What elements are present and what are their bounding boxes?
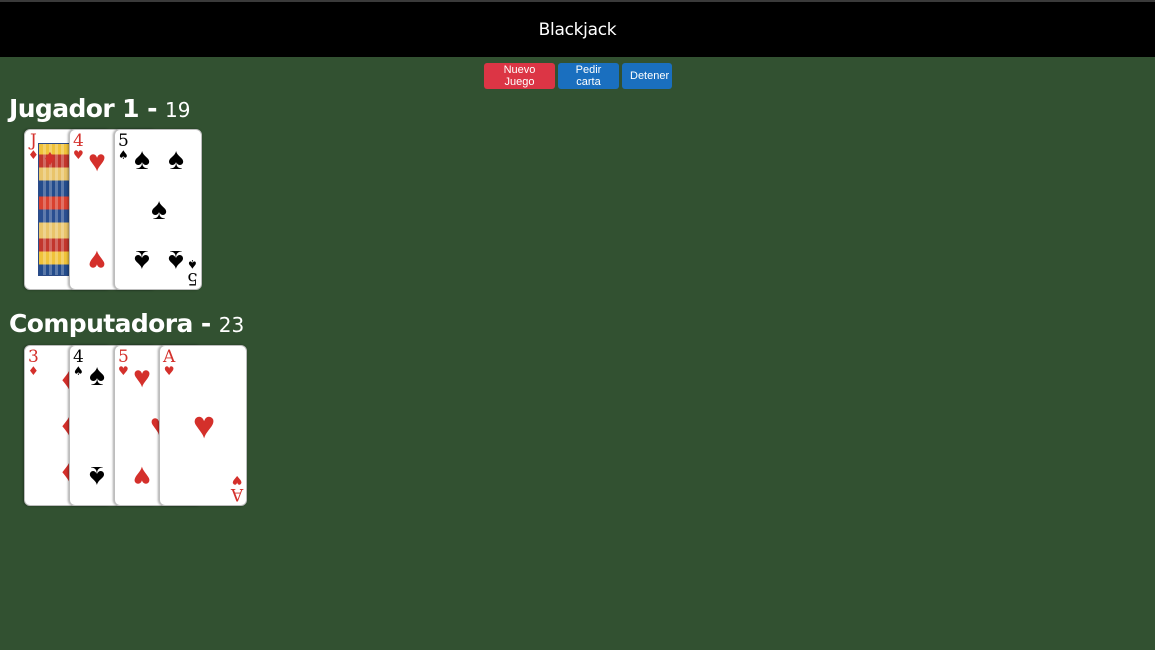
player-score: 23 <box>218 313 245 337</box>
diamond-icon: ♦ <box>44 145 56 170</box>
app-title: Blackjack <box>538 19 617 40</box>
diamond-icon: ♦ <box>28 364 39 378</box>
spade-icon: ♠ <box>118 148 129 162</box>
spade-icon: ♠ <box>168 244 184 277</box>
card-corner: 4 ♠ <box>73 349 84 378</box>
card-rank: 5 <box>187 268 198 288</box>
spade-icon: ♠ <box>134 244 150 277</box>
heart-icon: ♥ <box>163 364 175 378</box>
card-corner: 5 ♥ <box>118 349 129 378</box>
card-corner: 5 ♠ <box>187 257 198 288</box>
heart-icon: ♥ <box>133 460 151 493</box>
heart-icon: ♥ <box>192 405 216 447</box>
top-navbar: Blackjack <box>0 0 1155 57</box>
player-name: Jugador 1 <box>9 94 140 123</box>
heart-icon: ♥ <box>133 361 151 394</box>
card-rank: A <box>230 484 243 504</box>
spade-icon: ♠ <box>187 257 198 271</box>
heart-icon: ♥ <box>88 244 106 277</box>
heading-separator: - <box>147 94 157 123</box>
stand-button[interactable]: Detener <box>622 63 672 89</box>
heart-icon: ♥ <box>73 148 84 162</box>
spade-icon: ♠ <box>134 143 150 176</box>
heart-icon: ♥ <box>88 145 106 178</box>
new-game-button[interactable]: Nuevo Juego <box>484 63 555 89</box>
playing-card-5-of-spades: 5 ♠ ♠ ♠ ♠ ♠ ♠ 5 ♠ <box>114 129 202 290</box>
card-corner: A ♥ <box>230 473 243 504</box>
game-controls: Nuevo Juego Pedir carta Detener <box>484 63 672 89</box>
card-corner: 5 ♠ <box>118 133 129 162</box>
heading-separator: - <box>200 309 211 338</box>
player-name: Computadora <box>9 309 193 338</box>
spade-icon: ♠ <box>168 143 184 176</box>
spade-icon: ♠ <box>89 359 105 392</box>
hit-button[interactable]: Pedir carta <box>558 63 619 89</box>
player-score: 19 <box>164 98 191 122</box>
computer-heading: Computadora - 23 <box>9 309 244 338</box>
heart-icon: ♥ <box>231 473 243 487</box>
spade-icon: ♠ <box>151 193 167 226</box>
playing-card-ace-of-hearts: A ♥ ♥ A ♥ <box>159 345 247 506</box>
spade-icon: ♠ <box>89 460 105 493</box>
card-corner: 4 ♥ <box>73 133 84 162</box>
card-corner: A ♥ <box>163 349 175 378</box>
heart-icon: ♥ <box>118 364 129 378</box>
spade-icon: ♠ <box>73 364 84 378</box>
card-corner: 3 ♦ <box>28 349 39 378</box>
player-heading: Jugador 1 - 19 <box>9 94 190 123</box>
